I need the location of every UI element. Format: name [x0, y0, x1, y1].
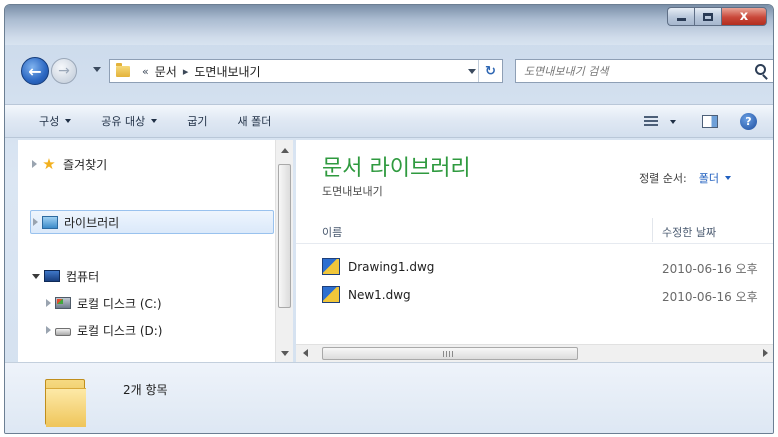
organize-label: 구성: [39, 115, 60, 128]
window-controls: x: [667, 7, 767, 26]
close-button[interactable]: x: [721, 7, 767, 26]
address-history-dropdown[interactable]: [468, 69, 476, 74]
file-date: 2010-06-16 오후: [662, 262, 758, 276]
new-folder-button[interactable]: 새 폴더: [237, 113, 271, 129]
search-box[interactable]: [515, 59, 773, 83]
breadcrumb-arrow-icon[interactable]: ▸: [183, 65, 189, 78]
organize-menu[interactable]: 구성: [39, 113, 72, 129]
chevron-down-icon: [725, 176, 731, 180]
file-row[interactable]: New1.dwg 2010-06-16 오후: [296, 283, 773, 307]
column-divider[interactable]: [652, 218, 653, 242]
file-row[interactable]: Drawing1.dwg 2010-06-16 오후: [296, 255, 773, 279]
forward-button[interactable]: →: [51, 58, 77, 84]
search-icon[interactable]: [755, 64, 766, 75]
column-header-row: 이름 수정한 날짜: [296, 214, 773, 244]
share-with-menu[interactable]: 공유 대상: [101, 113, 158, 129]
drive-icon: [55, 296, 71, 310]
dwg-file-icon: [322, 258, 340, 275]
expand-arrow-icon[interactable]: [33, 218, 38, 226]
content-pane: 문서 라이브러리 도면내보내기 정렬 순서: 폴더 이름 수정한 날짜 Draw…: [296, 140, 773, 344]
scroll-left-icon[interactable]: [303, 349, 308, 357]
breadcrumb-overflow[interactable]: «: [142, 65, 149, 78]
burn-label: 굽기: [187, 115, 208, 128]
refresh-icon: ↻: [485, 63, 496, 79]
library-icon: [42, 215, 58, 229]
file-name: New1.dwg: [348, 288, 411, 302]
address-row: ← → « 문서 ▸ 도면내보내기 ↻: [5, 55, 773, 91]
expand-arrow-icon[interactable]: [46, 326, 51, 334]
drive-icon: [55, 323, 71, 337]
new-folder-label: 새 폴더: [237, 115, 272, 128]
preview-pane-icon[interactable]: [702, 115, 718, 128]
nav-label: 로컬 디스크 (D:): [77, 323, 163, 338]
arrange-by-dropdown[interactable]: 폴더: [699, 170, 731, 186]
grip-icon: [443, 351, 455, 357]
chevron-down-icon: [65, 119, 72, 123]
close-icon: x: [739, 9, 749, 24]
arrange-value: 폴더: [698, 172, 719, 185]
back-button[interactable]: ←: [21, 57, 49, 85]
view-options-dropdown[interactable]: [670, 119, 676, 124]
search-input[interactable]: [524, 64, 734, 78]
dwg-file-icon: [322, 286, 340, 303]
recent-pages-dropdown[interactable]: [93, 67, 101, 72]
back-arrow-icon: ←: [28, 61, 42, 81]
nav-label: 라이브러리: [64, 215, 120, 230]
computer-icon: [44, 269, 60, 283]
nav-item-libraries[interactable]: 라이브러리: [30, 210, 274, 234]
scroll-thumb[interactable]: [278, 164, 291, 308]
scroll-up-icon[interactable]: [281, 148, 289, 153]
expand-arrow-icon[interactable]: [46, 299, 51, 307]
scroll-right-icon[interactable]: [763, 349, 768, 357]
nav-item-drive-c[interactable]: 로컬 디스크 (C:): [46, 291, 162, 315]
nav-label: 즐겨찾기: [63, 157, 108, 172]
content-scrollbar[interactable]: [296, 344, 773, 362]
scroll-down-icon[interactable]: [281, 351, 289, 356]
change-view-icon[interactable]: [644, 116, 658, 127]
scroll-thumb[interactable]: [322, 347, 578, 360]
navigation-pane: ★ 즐겨찾기 라이브러리 컴퓨터 로컬 디스크 (C:) 로컬 디스크 (D:): [18, 140, 275, 362]
forward-arrow-icon: →: [58, 63, 70, 79]
nav-label: 로컬 디스크 (C:): [77, 296, 162, 311]
title-bar: x: [5, 5, 773, 45]
file-date: 2010-06-16 오후: [662, 290, 758, 304]
explorer-window: x ← → « 문서 ▸ 도면내보내기 ↻ 구성 공유 대상 굽기 새 폴더 ?: [4, 4, 774, 434]
column-header-name[interactable]: 이름: [322, 224, 342, 240]
item-count: 2개 항목: [123, 383, 168, 397]
collapse-arrow-icon[interactable]: [32, 273, 40, 279]
nav-item-computer[interactable]: 컴퓨터: [32, 264, 99, 288]
file-name: Drawing1.dwg: [348, 260, 435, 274]
breadcrumb-documents[interactable]: 문서: [155, 63, 177, 80]
command-bar: 구성 공유 대상 굽기 새 폴더 ?: [5, 104, 773, 138]
column-header-date[interactable]: 수정한 날짜: [662, 224, 716, 240]
maximize-button[interactable]: [694, 7, 721, 26]
nav-item-drive-d[interactable]: 로컬 디스크 (D:): [46, 318, 162, 342]
minimize-icon: [676, 18, 686, 21]
burn-button[interactable]: 굽기: [187, 113, 207, 129]
help-icon[interactable]: ?: [740, 113, 757, 130]
chevron-down-icon: [151, 119, 158, 123]
arrange-by: 정렬 순서: 폴더: [639, 170, 731, 186]
star-icon: ★: [42, 154, 56, 173]
address-bar[interactable]: « 문서 ▸ 도면내보내기 ↻: [109, 59, 503, 83]
minimize-button[interactable]: [667, 7, 694, 26]
nav-label: 컴퓨터: [66, 269, 100, 284]
expand-arrow-icon[interactable]: [32, 160, 37, 168]
refresh-button[interactable]: ↻: [478, 60, 502, 82]
maximize-icon: [703, 12, 713, 21]
folder-icon: [45, 379, 86, 427]
share-label: 공유 대상: [101, 115, 146, 128]
view-controls: ?: [644, 113, 757, 130]
folder-icon: [116, 62, 130, 77]
nav-scrollbar[interactable]: [275, 140, 293, 362]
details-pane: 2개 항목: [5, 362, 773, 433]
library-subtitle: 도면내보내기: [322, 185, 383, 198]
library-title: 문서 라이브러리: [322, 156, 471, 181]
nav-item-favorites[interactable]: ★ 즐겨찾기: [32, 152, 107, 176]
breadcrumb-export-drawings[interactable]: 도면내보내기: [194, 63, 260, 80]
arrange-label: 정렬 순서:: [639, 172, 687, 185]
